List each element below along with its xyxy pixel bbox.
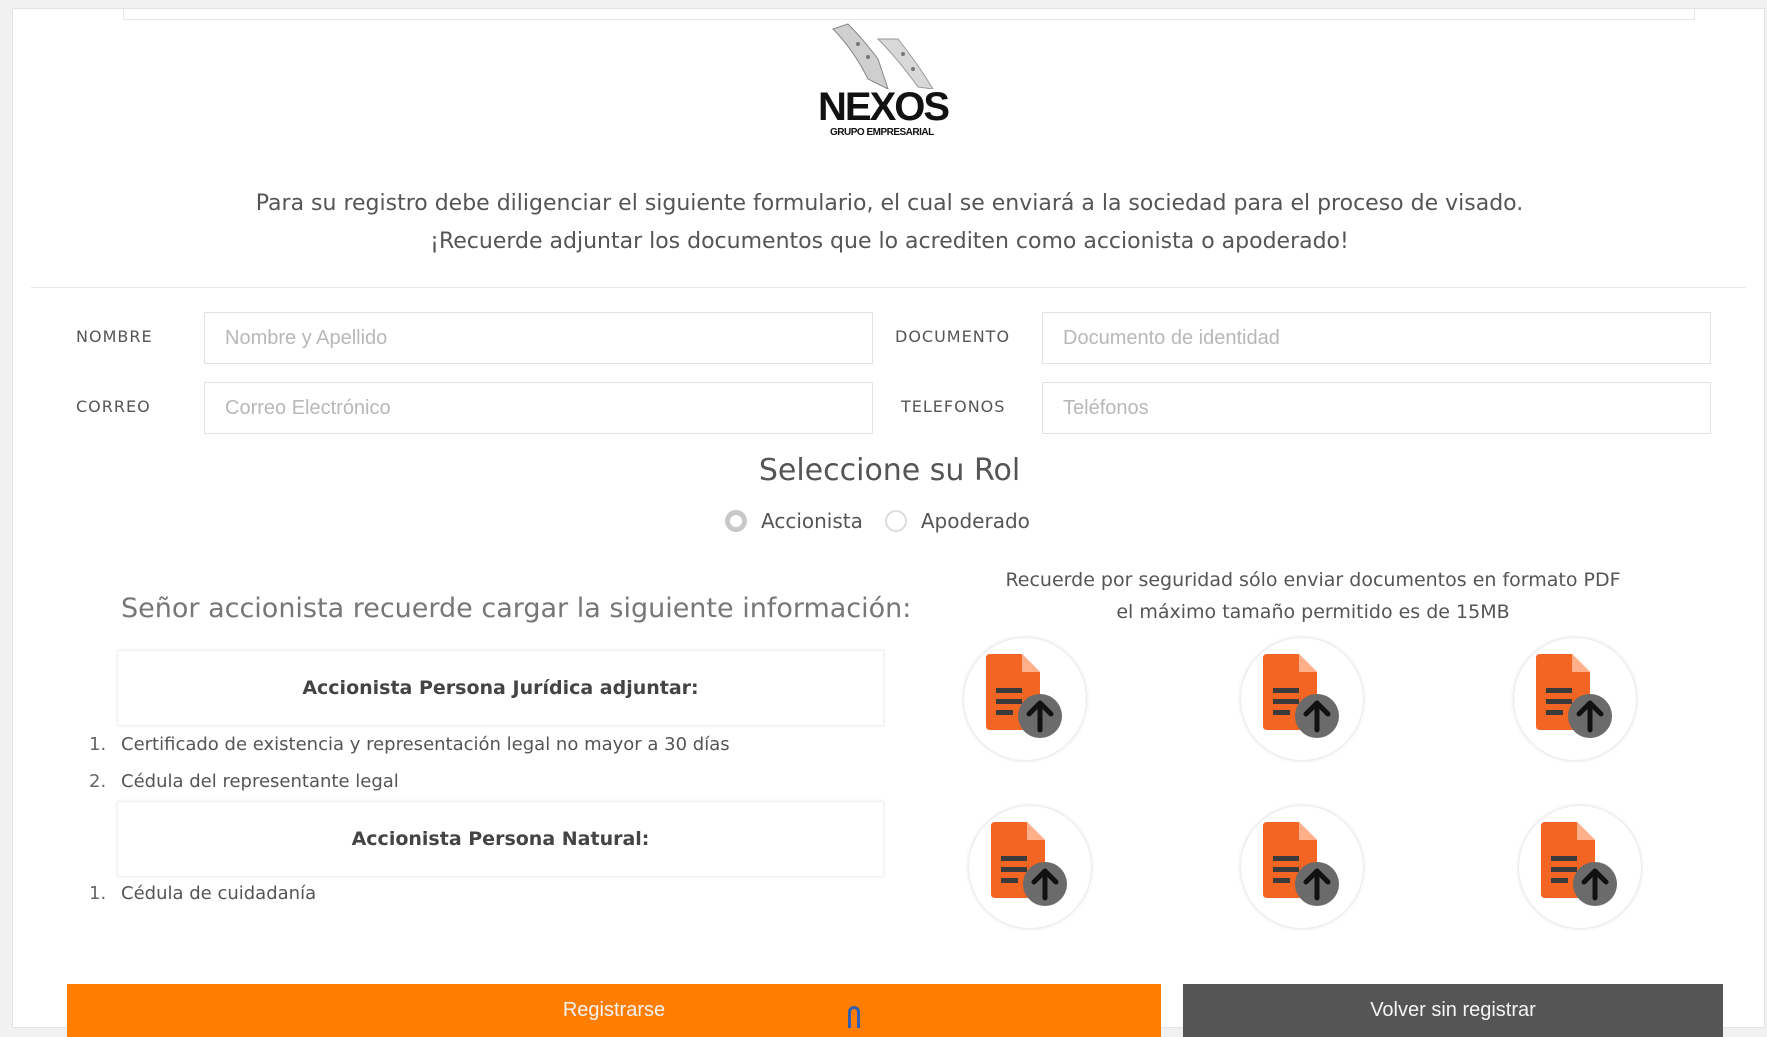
registration-page: NEXOS GRUPO EMPRESARIAL Para su registro… (12, 8, 1765, 1037)
logo-wordmark: NEXOS (818, 85, 950, 129)
radio-accionista[interactable] (725, 510, 747, 532)
role-title: Seleccione su Rol (758, 453, 1021, 488)
nombre-label: NOMBRE (76, 327, 153, 346)
telefonos-input[interactable] (1042, 382, 1711, 434)
list-item: 2. Cédula del representante legal (89, 771, 399, 792)
radio-accionista-label[interactable]: Accionista (761, 509, 863, 533)
documento-input[interactable] (1042, 312, 1711, 364)
upload-button-2[interactable] (1241, 638, 1363, 760)
correo-input[interactable] (204, 382, 873, 434)
mouse-cursor (848, 1006, 860, 1028)
list-number: 2. (89, 771, 107, 792)
upload-button-6[interactable] (1519, 806, 1641, 928)
register-button[interactable]: Registrarse (67, 984, 1161, 1037)
telefonos-label: TELEFONOS (901, 397, 1006, 416)
divider (31, 287, 1746, 288)
nombre-input[interactable] (204, 312, 873, 364)
list-number: 1. (89, 734, 107, 755)
pdf-note-line-2: el máximo tamaño permitido es de 15MB (1116, 601, 1510, 623)
upload-button-1[interactable] (964, 638, 1086, 760)
upload-button-5[interactable] (1241, 806, 1363, 928)
radio-apoderado[interactable] (884, 510, 907, 532)
intro-line-2: ¡Recuerde adjuntar los documentos que lo… (430, 229, 1349, 254)
giraffe-icon (832, 23, 934, 89)
juridica-card-title: Accionista Persona Jurídica adjuntar: (117, 650, 884, 726)
list-number: 1. (89, 883, 107, 904)
list-text: Cédula del representante legal (121, 771, 399, 792)
intro-line-1: Para su registro debe diligenciar el sig… (255, 191, 1524, 216)
logo-subtitle: GRUPO EMPRESARIAL (830, 127, 934, 138)
documento-label: DOCUMENTO (895, 327, 1011, 346)
nexos-logo: NEXOS GRUPO EMPRESARIAL (808, 19, 968, 154)
back-without-register-button[interactable]: Volver sin registrar (1183, 984, 1723, 1037)
upload-button-4[interactable] (969, 806, 1091, 928)
natural-card-title: Accionista Persona Natural: (117, 801, 884, 877)
list-text: Cédula de cuidadanía (121, 883, 317, 904)
accionista-reminder: Señor accionista recuerde cargar la sigu… (121, 593, 912, 624)
list-item: 1. Certificado de existencia y represent… (89, 734, 730, 755)
correo-label: CORREO (76, 397, 151, 416)
pdf-note-line-1: Recuerde por seguridad sólo enviar docum… (1005, 569, 1621, 591)
list-item: 1. Cédula de cuidadanía (89, 883, 317, 904)
radio-apoderado-label[interactable]: Apoderado (921, 509, 1030, 533)
role-radio-group: Accionista Apoderado (725, 509, 1052, 533)
list-text: Certificado de existencia y representaci… (121, 734, 730, 755)
upload-button-3[interactable] (1514, 638, 1636, 760)
